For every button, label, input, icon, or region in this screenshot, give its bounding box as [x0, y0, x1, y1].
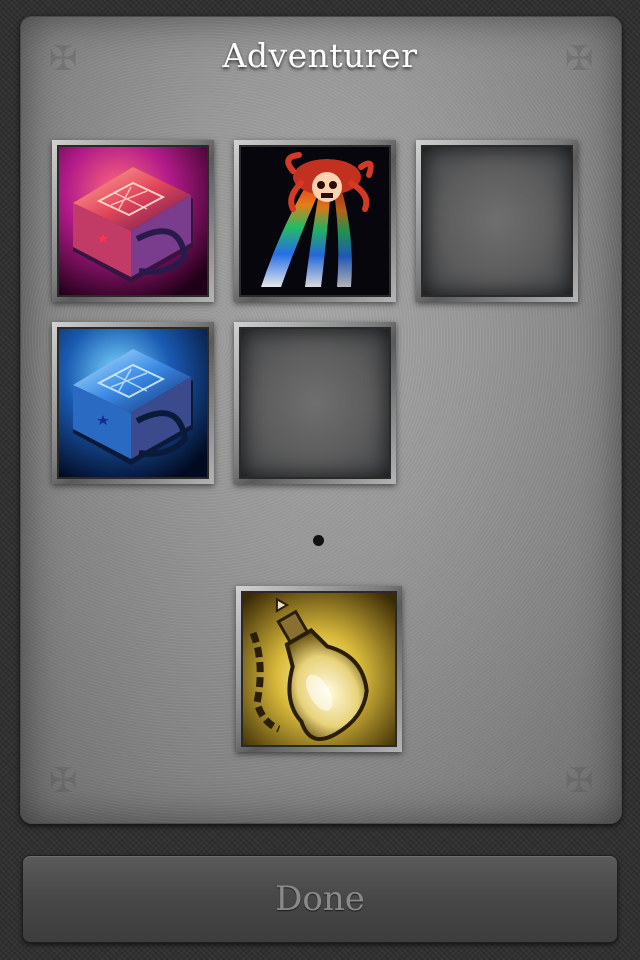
ability-slot-3[interactable] [416, 140, 578, 302]
ability-slot-frame [57, 327, 209, 479]
empty-slot-frame [239, 327, 391, 479]
rainbow-skull-icon [241, 147, 389, 295]
ability-slot-4[interactable] [52, 322, 214, 484]
corner-ornament: ✠ [48, 761, 78, 801]
reward-slot[interactable] [236, 586, 402, 752]
page-title: Adventurer [222, 36, 418, 75]
reward-slot-frame [241, 591, 397, 747]
corner-ornament: ✠ [564, 761, 594, 801]
ability-slot-frame [57, 145, 209, 297]
ability-slot-1[interactable] [52, 140, 214, 302]
separator-dot [313, 535, 324, 546]
done-button[interactable]: Done [22, 855, 618, 943]
done-button-label: Done [275, 879, 365, 919]
blue-spellbook-icon [59, 329, 207, 477]
ability-slot-5[interactable] [234, 322, 396, 484]
empty-slot-frame [421, 145, 573, 297]
golden-potion-flask-icon [243, 593, 395, 745]
ability-slot-frame [239, 145, 391, 297]
red-spellbook-icon [59, 147, 207, 295]
ability-slot-2[interactable] [234, 140, 396, 302]
